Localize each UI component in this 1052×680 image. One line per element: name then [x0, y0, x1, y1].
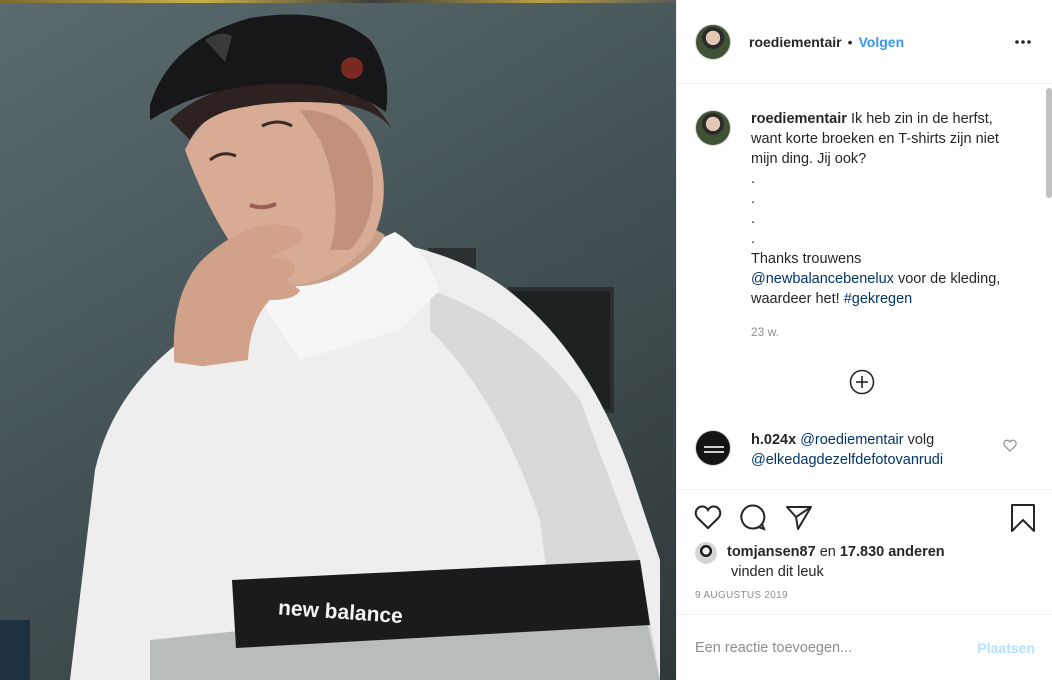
caption-dot: .: [751, 171, 756, 187]
post-comment-button[interactable]: Plaatsen: [977, 640, 1035, 656]
save-button[interactable]: [1010, 503, 1036, 536]
heart-icon: [694, 505, 722, 530]
comment-mention-link-2[interactable]: @elkedagdezelfdefotovanrudi: [751, 452, 943, 468]
likes-summary: tomjansen87 en 17.830 anderen vinden dit…: [695, 542, 945, 582]
caption-body: roediementair Ik heb zin in de herfst, w…: [751, 109, 1001, 342]
caption-username[interactable]: roediementair: [751, 111, 847, 127]
caption-avatar[interactable]: [695, 110, 731, 146]
comment-button[interactable]: [739, 503, 767, 534]
caption-dot: .: [751, 231, 756, 247]
comment-mention-link[interactable]: @roediementair: [800, 432, 903, 448]
post-photo[interactable]: new balance: [0, 0, 676, 680]
likes-count[interactable]: 17.830 anderen: [840, 544, 945, 560]
person-illustration: new balance: [70, 14, 660, 680]
likes-connector: en: [819, 544, 836, 560]
likes-suffix: vinden dit leuk: [731, 564, 824, 580]
liker-avatar[interactable]: [695, 542, 717, 564]
comments-scrollbar[interactable]: [1046, 88, 1052, 198]
post-dialog: new balance roediementair • Volgen roedi…: [0, 0, 1052, 680]
caption-hashtag-link[interactable]: #gekregen: [844, 291, 913, 307]
comment-text: volg: [907, 432, 935, 448]
more-options-button[interactable]: [1011, 30, 1035, 54]
follow-button[interactable]: Volgen: [859, 34, 905, 50]
like-button[interactable]: [694, 504, 722, 533]
share-button[interactable]: [785, 503, 813, 534]
post-actions: tomjansen87 en 17.830 anderen vinden dit…: [677, 489, 1052, 614]
avatar[interactable]: [695, 23, 731, 60]
likes-text: tomjansen87 en 17.830 anderen vinden dit…: [727, 542, 945, 582]
more-horizontal-icon: [1015, 40, 1031, 44]
comment-avatar[interactable]: [695, 430, 731, 466]
comment-input[interactable]: [695, 639, 978, 656]
caption-mention-link[interactable]: @newbalancebenelux: [751, 271, 894, 287]
comment-icon: [740, 504, 766, 531]
comments-list[interactable]: roediementair Ik heb zin in de herfst, w…: [677, 85, 1047, 489]
post-side-panel: roediementair • Volgen roediementair Ik …: [676, 0, 1052, 680]
bookmark-icon: [1011, 504, 1035, 532]
comment-item: h.024x @roediementair volg @elkedagdezel…: [695, 430, 1025, 470]
caption-text-2: Thanks trouwens: [751, 251, 862, 267]
header-username[interactable]: roediementair: [749, 34, 842, 50]
header-separator: •: [847, 33, 853, 50]
caption-dot: .: [751, 191, 756, 207]
caption-timestamp[interactable]: 23 w.: [751, 322, 1001, 342]
caption-dot: .: [751, 211, 756, 227]
liker-username[interactable]: tomjansen87: [727, 544, 816, 560]
post-header: roediementair • Volgen: [677, 0, 1052, 84]
comment-body: h.024x @roediementair volg @elkedagdezel…: [751, 430, 1001, 470]
plus-circle-icon: [849, 369, 875, 395]
add-comment-form: Plaatsen: [677, 614, 1052, 680]
comment-username[interactable]: h.024x: [751, 432, 796, 448]
load-more-comments-button[interactable]: [848, 368, 876, 396]
comment-like-button[interactable]: [1003, 439, 1017, 455]
post-date[interactable]: 9 AUGUSTUS 2019: [695, 590, 788, 601]
heart-icon: [1003, 439, 1017, 452]
caption-comment: roediementair Ik heb zin in de herfst, w…: [695, 109, 1025, 342]
paper-plane-icon: [786, 506, 812, 530]
